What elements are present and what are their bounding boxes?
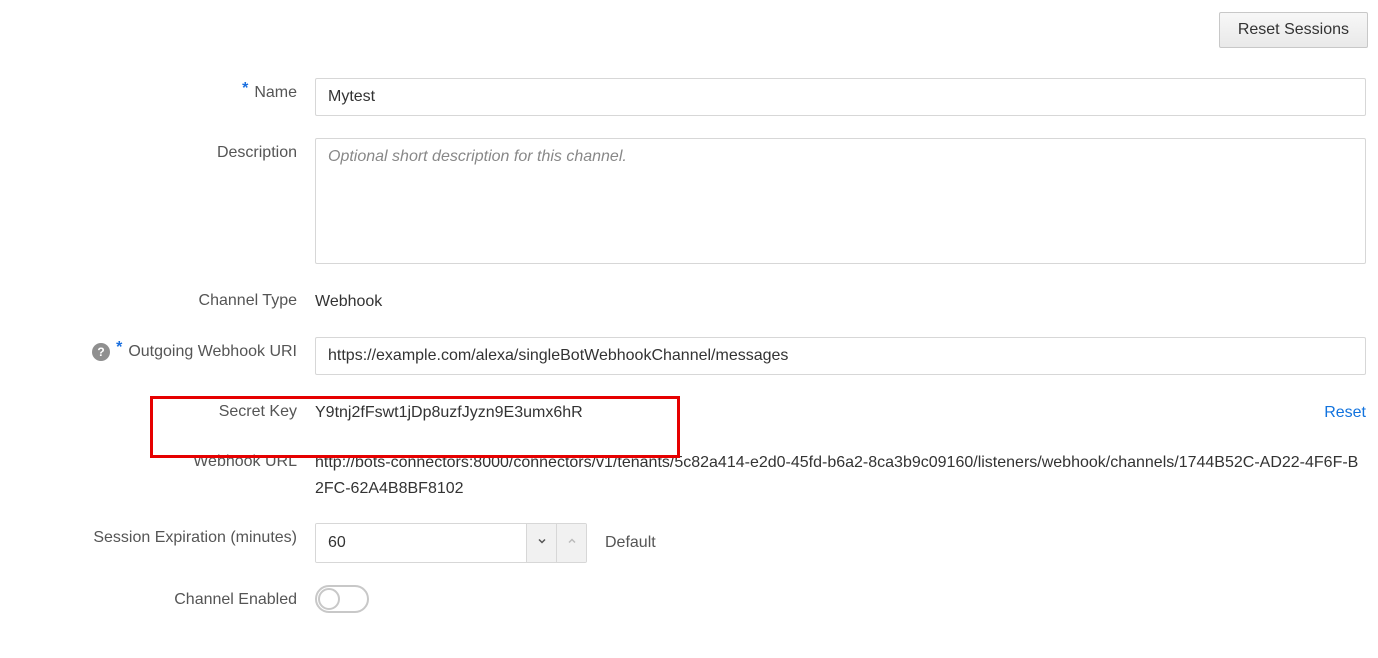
session-expiration-input[interactable] <box>316 524 526 562</box>
session-expiration-stepper[interactable] <box>315 523 587 563</box>
secret-key-value: Y9tnj2fFswt1jDp8uzfJyzn9E3umx6hR <box>315 397 583 426</box>
row-channel-enabled: Channel Enabled <box>10 585 1368 613</box>
row-secret-key: Secret Key Y9tnj2fFswt1jDp8uzfJyzn9E3umx… <box>10 397 1368 426</box>
channel-form: * Name Description Channel Type Webhook … <box>10 78 1368 613</box>
toggle-knob <box>318 588 340 610</box>
row-channel-type: Channel Type Webhook <box>10 286 1368 315</box>
session-expiration-label: Session Expiration (minutes) <box>93 529 297 547</box>
row-webhook-url: Webhook URL http://bots-connectors:8000/… <box>10 447 1368 501</box>
channel-enabled-toggle[interactable] <box>315 585 369 613</box>
channel-type-label: Channel Type <box>199 292 297 310</box>
name-input[interactable] <box>315 78 1366 116</box>
stepper-up-button[interactable] <box>556 524 586 562</box>
row-outgoing-uri: ? * Outgoing Webhook URI <box>10 337 1368 375</box>
name-label: Name <box>254 84 297 102</box>
outgoing-uri-input[interactable] <box>315 337 1366 375</box>
required-marker: * <box>116 339 122 357</box>
channel-enabled-label: Channel Enabled <box>174 591 297 609</box>
help-icon[interactable]: ? <box>92 343 110 361</box>
secret-key-label: Secret Key <box>219 403 297 421</box>
outgoing-uri-label: Outgoing Webhook URI <box>128 343 297 361</box>
chevron-up-icon <box>566 534 578 552</box>
row-name: * Name <box>10 78 1368 116</box>
description-input[interactable] <box>315 138 1366 264</box>
stepper-down-button[interactable] <box>526 524 556 562</box>
channel-type-value: Webhook <box>315 286 382 315</box>
chevron-down-icon <box>536 534 548 552</box>
webhook-url-label: Webhook URL <box>193 453 297 471</box>
row-description: Description <box>10 138 1368 264</box>
secret-key-reset-link[interactable]: Reset <box>1324 404 1366 422</box>
required-marker: * <box>242 80 248 98</box>
row-session-expiration: Session Expiration (minutes) <box>10 523 1368 563</box>
webhook-url-value: http://bots-connectors:8000/connectors/v… <box>315 447 1366 501</box>
reset-sessions-button[interactable]: Reset Sessions <box>1219 12 1368 48</box>
session-expiration-default-label: Default <box>599 534 656 552</box>
description-label: Description <box>217 144 297 162</box>
